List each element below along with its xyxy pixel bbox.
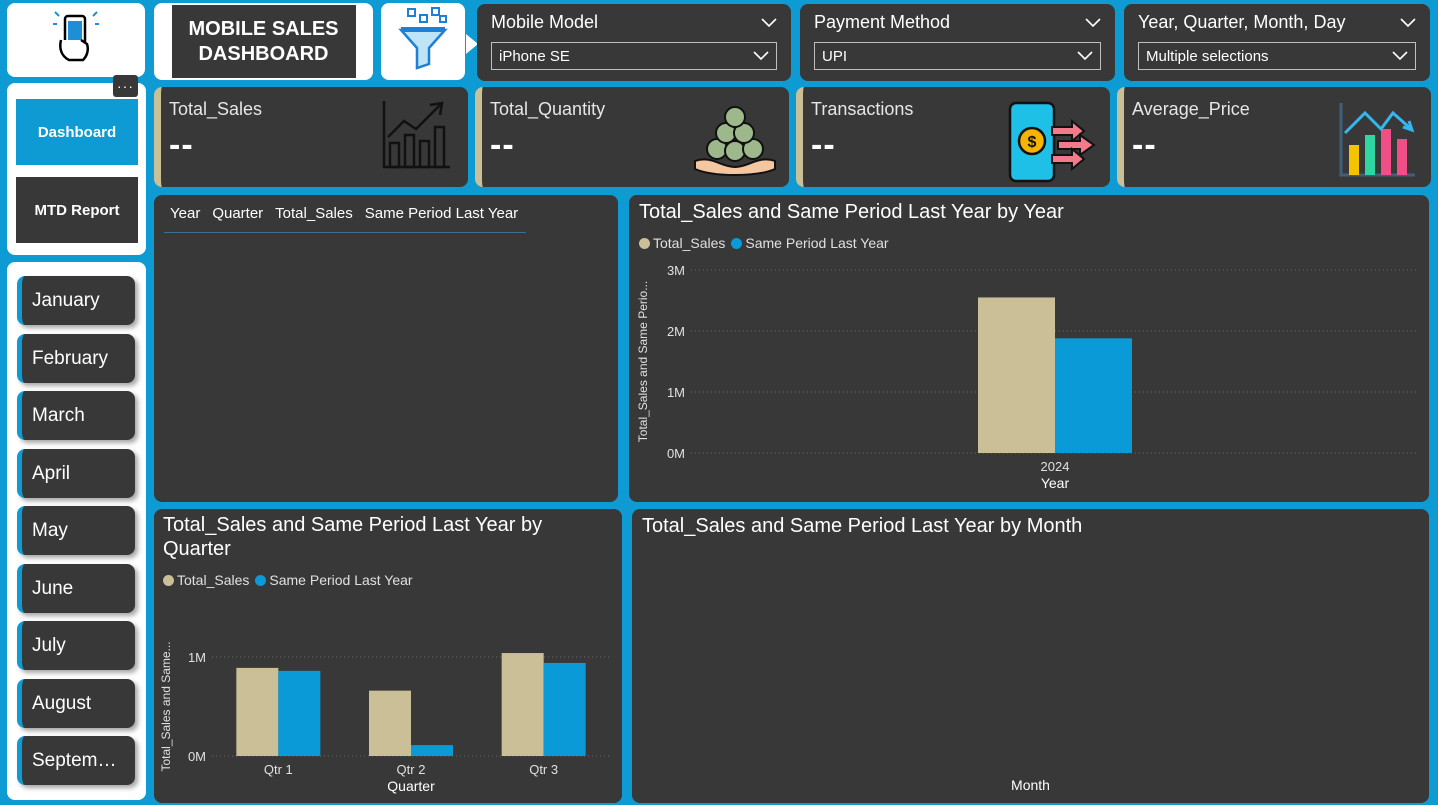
- month-button-march[interactable]: March: [17, 391, 135, 440]
- nav-panel: Dashboard MTD Report: [7, 83, 146, 255]
- more-options-icon[interactable]: ···: [113, 75, 138, 97]
- dashboard-button[interactable]: Dashboard: [16, 99, 138, 165]
- bar-total-sales[interactable]: [369, 690, 411, 756]
- bar-same-period[interactable]: [543, 662, 586, 756]
- x-tick-label: 2024: [1041, 459, 1070, 474]
- y-axis-label: Total_Sales and Same...: [159, 641, 173, 771]
- month-button-february[interactable]: February: [17, 334, 135, 383]
- chart-by-year: Total_Sales and Same Period Last Year by…: [629, 195, 1429, 502]
- bar-total-sales[interactable]: [236, 667, 279, 756]
- slicer-value: UPI: [822, 47, 848, 65]
- phone-hand-icon: [53, 10, 99, 71]
- page-title: MOBILE SALES DASHBOARD: [171, 5, 356, 78]
- month-button-may[interactable]: May: [17, 506, 135, 555]
- y-tick-label: 3M: [667, 263, 685, 278]
- y-tick-label: 2M: [667, 324, 685, 339]
- bar-same-period[interactable]: [411, 745, 453, 756]
- kpi-card-total-quantity: Total_Quantity --: [475, 87, 789, 187]
- chart-by-quarter: Total_Sales and Same Period Last Year by…: [154, 509, 622, 803]
- month-button-april[interactable]: April: [17, 449, 135, 498]
- slicer-date-hierarchy[interactable]: Year, Quarter, Month, Day Multiple selec…: [1124, 4, 1430, 81]
- bar-trend-icon: [1337, 99, 1417, 184]
- month-button-june[interactable]: June: [17, 564, 135, 613]
- chevron-down-icon[interactable]: [1400, 12, 1416, 33]
- chevron-down-icon: [753, 48, 769, 65]
- kpi-card-total-sales: Total_Sales --: [154, 87, 468, 187]
- chart-title: Total_Sales and Same Period Last Year by…: [642, 515, 1083, 537]
- chevron-down-icon[interactable]: [761, 12, 777, 33]
- month-button-january[interactable]: January: [17, 276, 135, 325]
- slicer-label: Year, Quarter, Month, Day: [1138, 12, 1346, 32]
- x-tick-label: Qtr 1: [264, 762, 293, 777]
- coins-in-hand-icon: [691, 97, 779, 182]
- column-header[interactable]: Year: [170, 205, 200, 232]
- table-header-row: Year Quarter Total_Sales Same Period Las…: [164, 205, 526, 233]
- chart-plot-quarter: 0M 1M Qtr 1 Qtr 2 Qtr 3 Quarter Total_Sales an…: [159, 641, 610, 794]
- month-slicer-panel: January February March April May June Ju…: [7, 262, 146, 800]
- x-axis-label: Year: [1041, 475, 1070, 491]
- chart-plot-year: 0M 1M 2M 3M 2024Year Total_Sales and Same Per…: [636, 263, 1419, 491]
- kpi-card-average-price: Average_Price --: [1117, 87, 1431, 187]
- filter-button[interactable]: [381, 3, 465, 80]
- slicer-value: Multiple selections: [1146, 47, 1269, 65]
- svg-text:$: $: [1028, 134, 1037, 151]
- logo-card: [7, 3, 145, 77]
- x-tick-label: Qtr 3: [529, 762, 558, 777]
- slicer-mobile-model[interactable]: Mobile Model iPhone SE: [477, 4, 791, 81]
- slicer-value: iPhone SE: [499, 47, 570, 65]
- x-axis-label: Month: [1011, 777, 1050, 793]
- bar-total-sales[interactable]: [978, 297, 1055, 453]
- column-header[interactable]: Total_Sales: [275, 205, 353, 232]
- slicer-dropdown[interactable]: iPhone SE: [491, 42, 777, 70]
- mobile-payment-icon: $: [1006, 101, 1098, 188]
- x-tick-label: Qtr 2: [397, 762, 426, 777]
- sales-matrix-table: Year Quarter Total_Sales Same Period Las…: [154, 195, 618, 502]
- y-tick-label: 1M: [188, 650, 206, 665]
- month-button-august[interactable]: August: [17, 679, 135, 728]
- kpi-card-transactions: Transactions -- $: [796, 87, 1110, 187]
- bar-same-period[interactable]: [278, 670, 321, 756]
- y-tick-label: 0M: [188, 749, 206, 764]
- growth-chart-icon: [378, 97, 454, 178]
- month-button-july[interactable]: July: [17, 621, 135, 670]
- chart-by-month: Total_Sales and Same Period Last Year by…: [632, 509, 1429, 803]
- chevron-down-icon: [1077, 48, 1093, 65]
- slicer-label: Payment Method: [814, 12, 951, 32]
- funnel-icon: [396, 6, 450, 77]
- y-tick-label: 0M: [667, 446, 685, 461]
- slicer-payment-method[interactable]: Payment Method UPI: [800, 4, 1115, 81]
- bar-total-sales[interactable]: [501, 653, 544, 756]
- title-card: MOBILE SALES DASHBOARD: [154, 3, 373, 80]
- column-header[interactable]: Quarter: [212, 205, 263, 232]
- slicer-dropdown[interactable]: UPI: [814, 42, 1101, 70]
- column-header[interactable]: Same Period Last Year: [365, 205, 518, 232]
- bar-same-period[interactable]: [1055, 338, 1132, 453]
- slicer-label: Mobile Model: [491, 12, 599, 32]
- chevron-down-icon[interactable]: [1085, 12, 1101, 33]
- mtd-report-button[interactable]: MTD Report: [16, 177, 138, 243]
- x-axis-label: Quarter: [387, 778, 435, 794]
- y-tick-label: 1M: [667, 385, 685, 400]
- month-button-september[interactable]: Septem…: [17, 736, 135, 785]
- slicer-dropdown[interactable]: Multiple selections: [1138, 42, 1416, 70]
- y-axis-label: Total_Sales and Same Perio...: [636, 281, 650, 442]
- chevron-down-icon: [1392, 48, 1408, 65]
